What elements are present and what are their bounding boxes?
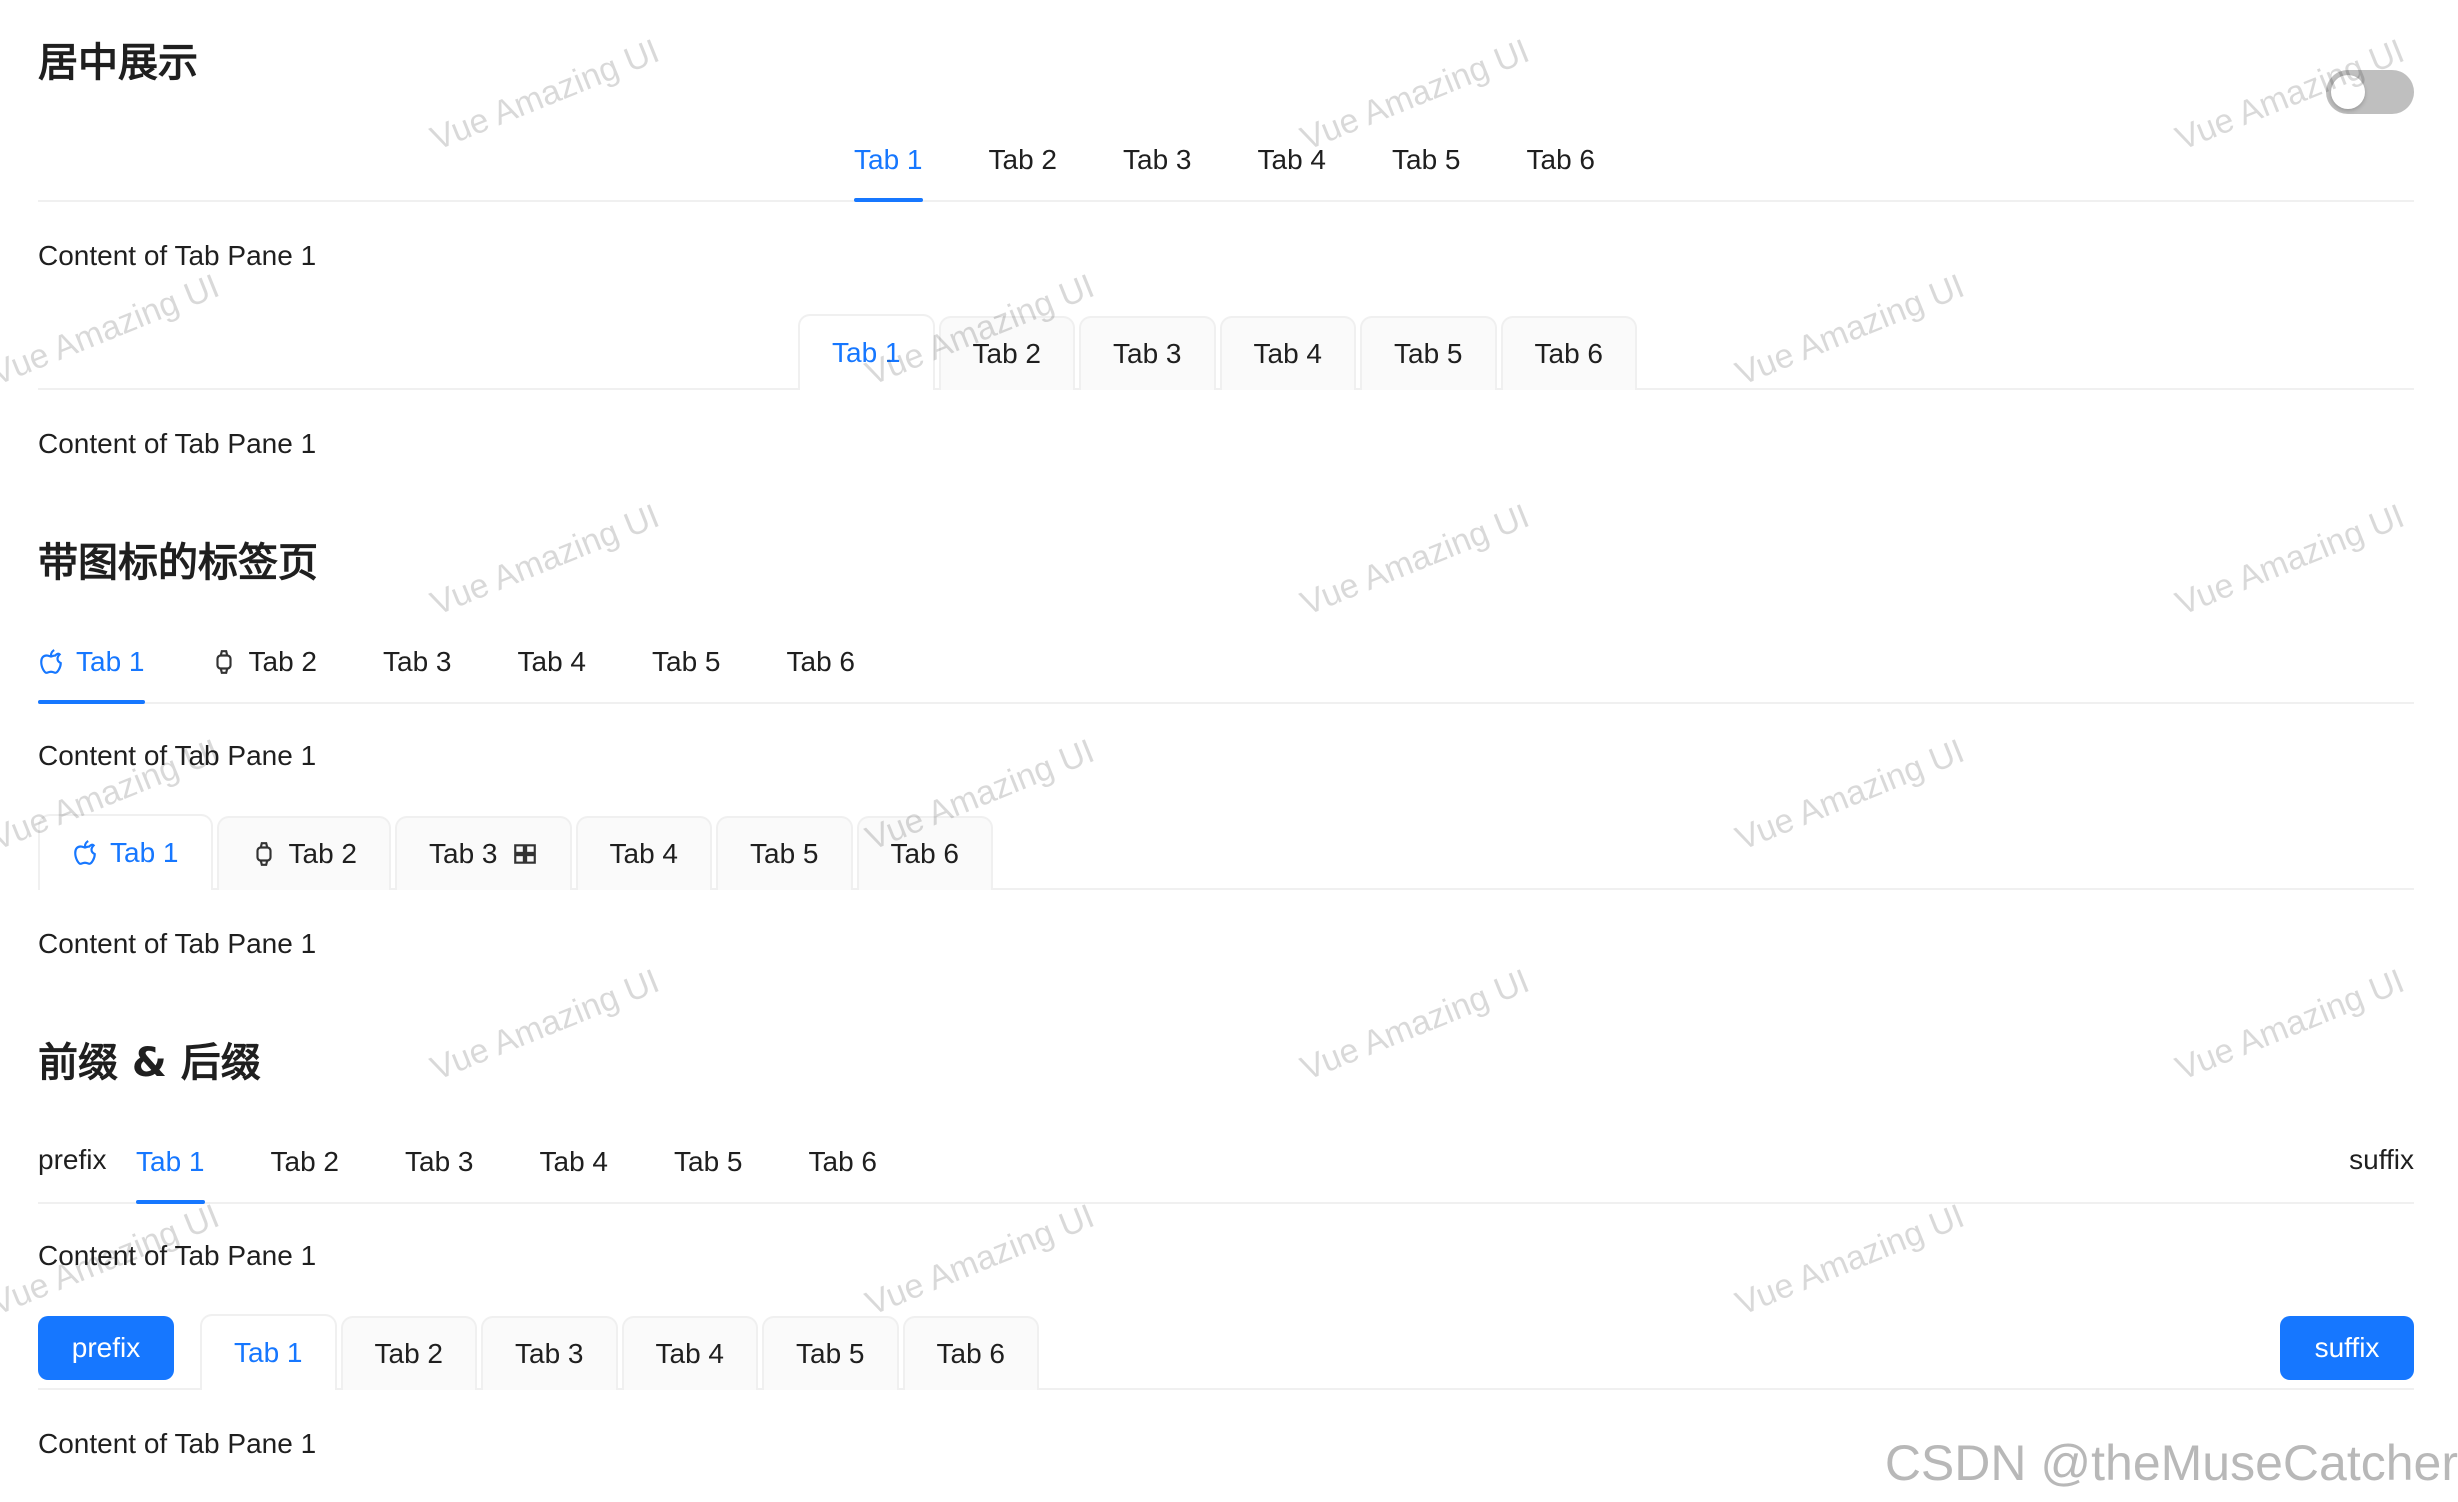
tab-pane-content: Content of Tab Pane 1 <box>38 1428 317 1459</box>
tab-2[interactable]: Tab 2 <box>216 816 391 890</box>
tab-3[interactable]: Tab 3 <box>383 646 452 702</box>
tab-2[interactable]: Tab 2 <box>211 646 318 702</box>
tab-6[interactable]: Tab 6 <box>902 1316 1039 1390</box>
tab-label: Tab 3 <box>429 838 498 869</box>
watermark: Vue Amazing UI <box>425 961 665 1089</box>
tab-1[interactable]: Tab 1 <box>200 1314 337 1390</box>
tab-4[interactable]: Tab 4 <box>1258 144 1327 200</box>
tab-5[interactable]: Tab 5 <box>762 1316 899 1390</box>
tab-1[interactable]: Tab 1 <box>854 144 923 202</box>
tab-2[interactable]: Tab 2 <box>989 144 1058 200</box>
tab-6[interactable]: Tab 6 <box>809 1146 878 1202</box>
tab-5[interactable]: Tab 5 <box>674 1146 743 1202</box>
tab-5[interactable]: Tab 5 <box>1360 316 1497 390</box>
tab-list: Tab 1 Tab 2 Tab 3 Tab 4 Tab 5 Tab 6 <box>200 1312 1043 1390</box>
tab-6[interactable]: Tab 6 <box>1527 144 1596 200</box>
tab-pane-content: Content of Tab Pane 1 <box>38 740 317 771</box>
tab-1[interactable]: Tab 1 <box>38 814 213 890</box>
tab-4[interactable]: Tab 4 <box>540 1146 609 1202</box>
prefix-button[interactable]: prefix <box>38 1316 174 1380</box>
section-title-extra: 前缀 & 后缀 <box>38 1040 261 1086</box>
tab-3[interactable]: Tab 3 <box>1123 144 1192 200</box>
tab-6[interactable]: Tab 6 <box>787 646 856 702</box>
tab-pane-content: Content of Tab Pane 1 <box>38 1240 317 1271</box>
suffix-button[interactable]: suffix <box>2280 1316 2414 1380</box>
tab-6[interactable]: Tab 6 <box>856 816 993 890</box>
tab-list: Tab 1 Tab 2 Tab 3 Tab 4 Tab 5 Tab 6 <box>854 144 1596 202</box>
apple-icon <box>40 649 62 674</box>
tab-5[interactable]: Tab 5 <box>652 646 721 702</box>
watch-icon <box>215 650 232 674</box>
tab-3[interactable]: Tab 3 <box>481 1316 618 1390</box>
tab-pane-content: Content of Tab Pane 1 <box>38 240 317 271</box>
tab-3[interactable]: Tab 3 <box>395 816 572 890</box>
tab-label: Tab 1 <box>76 646 145 677</box>
tab-6[interactable]: Tab 6 <box>1500 316 1637 390</box>
tab-5[interactable]: Tab 5 <box>1392 144 1461 200</box>
windows-icon <box>513 844 536 864</box>
tabs-suffix: suffix <box>2349 1144 2414 1175</box>
tab-3[interactable]: Tab 3 <box>405 1146 474 1202</box>
tab-pane-content: Content of Tab Pane 1 <box>38 928 317 959</box>
watermark-layer: Vue Amazing UI Vue Amazing UI Vue Amazin… <box>0 0 2458 1502</box>
tab-1[interactable]: Tab 1 <box>38 646 145 704</box>
tabs-icon-card: Tab 1 Tab 2 Tab 3 Tab 4 Tab 5 Tab 6 <box>38 800 2414 890</box>
section-title-icons: 带图标的标签页 <box>38 540 318 586</box>
page: 居中展示 Tab 1 Tab 2 Tab 3 Tab 4 Tab 5 Tab 6… <box>0 0 2458 1502</box>
tab-1[interactable]: Tab 1 <box>798 314 935 390</box>
tab-2[interactable]: Tab 2 <box>271 1146 340 1202</box>
watch-icon <box>255 842 272 866</box>
tabs-prefix: prefix <box>38 1144 107 1175</box>
tabs-centered-line: Tab 1 Tab 2 Tab 3 Tab 4 Tab 5 Tab 6 <box>38 100 2414 202</box>
tab-4[interactable]: Tab 4 <box>518 646 587 702</box>
tabs-extra-card: prefix Tab 1 Tab 2 Tab 3 Tab 4 Tab 5 Tab… <box>38 1300 2414 1390</box>
tab-4[interactable]: Tab 4 <box>1219 316 1356 390</box>
tab-list: Tab 1 Tab 2 Tab 3 Tab 4 Tab 5 Tab 6 <box>38 812 997 890</box>
tab-5[interactable]: Tab 5 <box>716 816 853 890</box>
tab-label: Tab 2 <box>288 838 358 869</box>
tab-label: Tab 2 <box>248 646 318 677</box>
tab-label: Tab 1 <box>110 837 179 868</box>
tabs-extra-line: prefix Tab 1 Tab 2 Tab 3 Tab 4 Tab 5 Tab… <box>38 1100 2414 1204</box>
tab-list: Tab 1 Tab 2 Tab 3 Tab 4 Tab 5 Tab 6 <box>798 312 1641 390</box>
watermark: Vue Amazing UI <box>2170 961 2410 1089</box>
tab-4[interactable]: Tab 4 <box>621 1316 758 1390</box>
watermark: Vue Amazing UI <box>1295 961 1535 1089</box>
tab-pane-content: Content of Tab Pane 1 <box>38 428 317 459</box>
tab-2[interactable]: Tab 2 <box>340 1316 477 1390</box>
tabs-icon-line: Tab 1 Tab 2 Tab 3 Tab 4 Tab 5 Tab 6 <box>38 600 2414 704</box>
tabs-centered-card: Tab 1 Tab 2 Tab 3 Tab 4 Tab 5 Tab 6 <box>38 300 2414 390</box>
tab-4[interactable]: Tab 4 <box>575 816 712 890</box>
csdn-credit: CSDN @theMuseCatcher <box>1884 1435 2458 1491</box>
apple-icon <box>74 840 96 865</box>
tab-2[interactable]: Tab 2 <box>938 316 1075 390</box>
tab-3[interactable]: Tab 3 <box>1079 316 1216 390</box>
tab-1[interactable]: Tab 1 <box>136 1146 205 1204</box>
tab-list: Tab 1 Tab 2 Tab 3 Tab 4 Tab 5 Tab 6 <box>136 1146 943 1204</box>
tab-list: Tab 1 Tab 2 Tab 3 Tab 4 Tab 5 Tab 6 <box>38 646 921 704</box>
section-title-centered: 居中展示 <box>38 40 198 86</box>
